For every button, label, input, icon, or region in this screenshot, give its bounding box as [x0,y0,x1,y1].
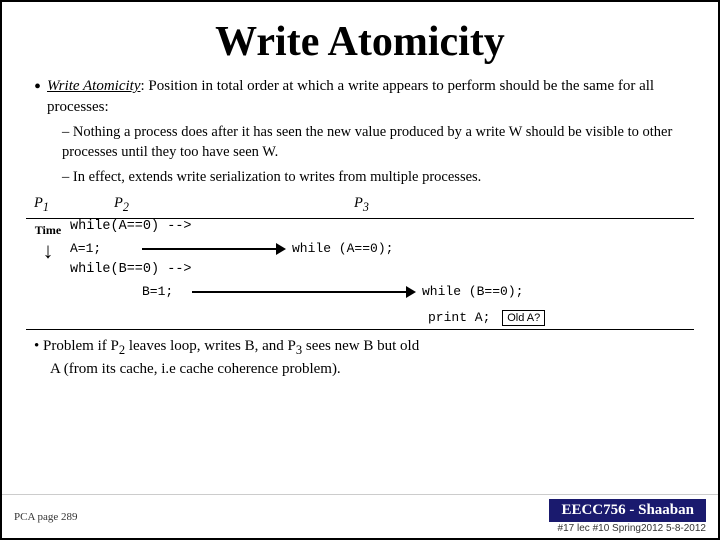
diagram-content: while(A==0) --> A=1; while (A==0); while… [70,219,694,329]
footer-slide-info: #17 lec #10 Spring2012 5-8-2012 [558,523,706,534]
bullet-dot: • [34,76,41,118]
code-b1: B=1; [142,284,192,299]
timing-diagram: Time ↓ while(A==0) --> A=1; while (A==0)… [26,218,694,330]
code-while2: while (B==0); [422,284,523,299]
timing-row3: print A; Old A? [70,307,694,329]
problem-line2: A (from its cache, i.e cache coherence p… [50,359,694,381]
p3-header: P3 [354,193,694,216]
code-print: print A; Old A? [428,310,545,325]
time-label-col: Time ↓ [26,219,70,262]
old-a-badge: Old A? [502,310,545,326]
timing-row2: B=1; while (B==0); [70,279,694,305]
bullet-section: • Write Atomicity: Position in total ord… [34,76,694,216]
slide: Write Atomicity • Write Atomicity: Posit… [0,0,720,540]
sub-bullet-1: Nothing a process does after it has seen… [62,122,694,163]
bullet-main-text: Write Atomicity: Position in total order… [47,76,694,118]
footer-right: EECC756 - Shaaban #17 lec #10 Spring2012… [549,499,706,534]
code-while1: while (A==0); [292,241,393,256]
p1-header: P1 [34,193,114,216]
arrow1 [142,242,292,256]
term: Write Atomicity [47,78,140,94]
footer-left: PCA page 289 [14,511,78,523]
footer-box: EECC756 - Shaaban [549,499,706,522]
p2-header: P2 [114,193,354,216]
bullet-main: • Write Atomicity: Position in total ord… [34,76,694,118]
time-arrow: ↓ [43,240,54,262]
timing-row1: A=1; while (A==0); [70,236,694,262]
problem-line1: • Problem if P2 leaves loop, writes B, a… [34,336,694,359]
process-headers: P1 P2 P3 [34,191,694,216]
sub-bullet-2: In effect, extends write serialization t… [62,167,694,187]
code-a1: A=1; [70,241,142,256]
slide-title: Write Atomicity [26,18,694,66]
footer: PCA page 289 EECC756 - Shaaban #17 lec #… [2,494,718,538]
time-label: Time [35,223,61,238]
arrow2 [192,285,422,299]
problem-section: • Problem if P2 leaves loop, writes B, a… [34,336,694,381]
